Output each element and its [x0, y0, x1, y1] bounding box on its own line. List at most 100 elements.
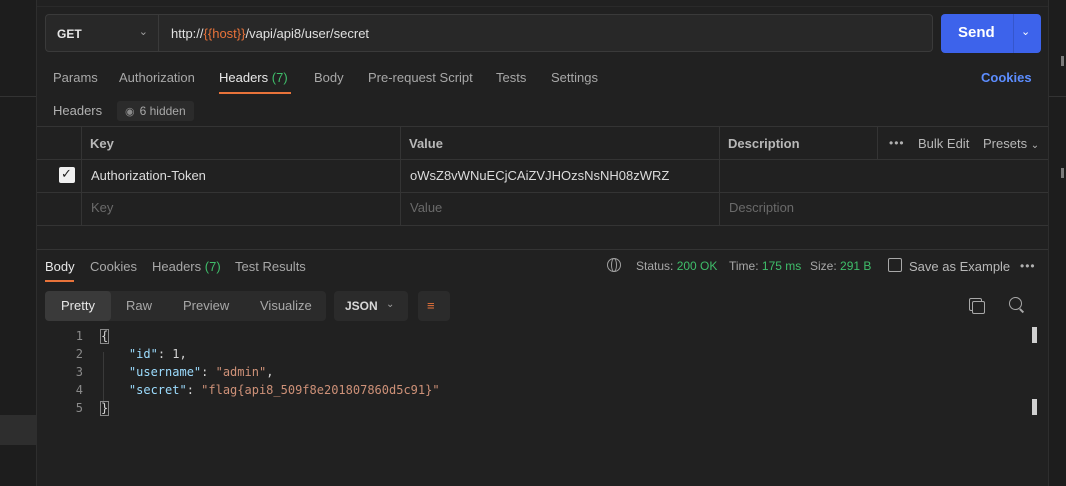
right-bar-divider: [1049, 96, 1066, 97]
right-context-bar: [1048, 0, 1066, 486]
column-header-value: Value: [409, 136, 443, 151]
column-divider: [877, 126, 878, 159]
response-time[interactable]: Time: 175 ms: [729, 259, 801, 273]
top-divider: [37, 6, 1048, 7]
column-divider: [81, 126, 82, 225]
view-mode-raw[interactable]: Raw: [126, 291, 152, 321]
eye-icon: ◉: [125, 106, 135, 118]
scrollbar-mark[interactable]: [1032, 399, 1037, 415]
tab-authorization[interactable]: Authorization: [119, 70, 195, 85]
bulk-edit-button[interactable]: Bulk Edit: [918, 136, 969, 151]
hidden-count: 6 hidden: [139, 104, 186, 118]
header-enabled-checkbox[interactable]: ✓: [59, 166, 75, 183]
copy-icon[interactable]: [969, 298, 985, 314]
view-mode-preview[interactable]: Preview: [183, 291, 229, 321]
response-divider: [37, 249, 1048, 250]
wrap-lines-button[interactable]: ≡: [418, 291, 450, 321]
column-header-key: Key: [90, 136, 114, 151]
tab-settings[interactable]: Settings: [551, 70, 598, 85]
sidebar-divider: [0, 96, 36, 97]
line-number: 4: [75, 383, 83, 397]
response-tab-headers[interactable]: Headers (7): [152, 259, 221, 274]
column-divider: [719, 126, 720, 225]
new-description-input[interactable]: Description: [729, 200, 794, 215]
sidebar-panel: [0, 0, 37, 486]
view-mode-switch: Pretty Raw Preview Visualize: [45, 291, 326, 321]
url-input[interactable]: http://{{host}}/vapi/api8/user/secret: [159, 14, 933, 52]
url-variable: {{host}}: [203, 26, 246, 41]
headers-section-label: Headers: [53, 103, 103, 118]
request-editor: GET ⌄ http://{{host}}/vapi/api8/user/sec…: [37, 0, 1048, 486]
globe-icon[interactable]: [607, 258, 621, 272]
status-label: Status:: [636, 259, 674, 273]
size-label: Size:: [810, 259, 837, 273]
send-button[interactable]: Send ⌄: [941, 14, 1041, 53]
presets-dropdown[interactable]: Presets ⌄: [983, 136, 1039, 151]
more-options-icon[interactable]: •••: [889, 136, 905, 150]
json-key: "id": [128, 347, 158, 361]
response-tab-headers-label: Headers: [152, 259, 202, 274]
view-mode-visualize[interactable]: Visualize: [260, 291, 312, 321]
search-icon[interactable]: [1009, 297, 1022, 310]
method-label: GET: [57, 27, 82, 41]
method-select[interactable]: GET ⌄: [45, 14, 159, 52]
language-label: JSON: [345, 299, 378, 313]
language-select[interactable]: JSON ⌄: [334, 291, 408, 321]
chevron-down-icon[interactable]: ⌄: [1021, 25, 1030, 38]
hidden-headers-toggle[interactable]: ◉ 6 hidden: [117, 101, 194, 121]
scrollbar-mark[interactable]: [1032, 327, 1037, 343]
header-key-cell[interactable]: Authorization-Token: [91, 168, 206, 183]
code-line: {: [100, 329, 110, 344]
time-value: 175 ms: [761, 259, 802, 273]
code-line: "id": 1,: [128, 347, 187, 361]
save-as-example-button[interactable]: Save as Example: [909, 259, 1010, 274]
save-icon[interactable]: [888, 258, 902, 272]
code-line: }: [100, 401, 110, 416]
json-value: "admin": [215, 365, 267, 379]
column-header-description: Description: [728, 136, 800, 151]
check-icon: ✓: [61, 166, 72, 181]
active-response-tab-indicator: [45, 280, 74, 282]
active-tab-indicator: [219, 92, 291, 94]
header-value-cell[interactable]: oWsZ8vWNuECjCAiZVJHOzsNsNH08zWRZ: [410, 168, 669, 183]
response-body-editor[interactable]: 1 2 3 4 5 { "id": 1, "username": "admin"…: [37, 325, 1037, 435]
tab-tests[interactable]: Tests: [496, 70, 526, 85]
more-options-icon[interactable]: •••: [1020, 259, 1036, 273]
line-number: 3: [75, 365, 83, 379]
response-size[interactable]: Size: 291 B: [810, 259, 871, 273]
response-tab-cookies[interactable]: Cookies: [90, 259, 137, 274]
column-divider: [400, 126, 401, 225]
new-value-input[interactable]: Value: [410, 200, 442, 215]
json-value: "flag{api8_509f8e201807860d5c91}": [201, 383, 440, 397]
send-label: Send: [958, 24, 995, 41]
sidebar-selected-item[interactable]: [0, 415, 36, 445]
response-status[interactable]: Status: 200 OK: [636, 259, 717, 273]
table-row-divider: [37, 159, 1048, 160]
right-bar-mark: [1061, 168, 1064, 178]
json-key: "secret": [128, 383, 187, 397]
line-number: 2: [75, 347, 83, 361]
response-tab-test-results[interactable]: Test Results: [235, 259, 306, 274]
tab-body[interactable]: Body: [314, 70, 344, 85]
table-row-divider: [37, 192, 1048, 193]
tab-headers-label: Headers: [219, 70, 269, 85]
tab-headers[interactable]: Headers (7): [219, 70, 288, 85]
view-mode-pretty[interactable]: Pretty: [45, 291, 111, 321]
line-number: 1: [75, 329, 83, 343]
response-tab-body[interactable]: Body: [45, 259, 75, 274]
presets-label: Presets: [983, 136, 1028, 151]
url-text: http://{{host}}/vapi/api8/user/secret: [171, 26, 369, 41]
chevron-down-icon: ⌄: [1030, 140, 1040, 151]
cookies-link[interactable]: Cookies: [981, 70, 1032, 85]
send-divider: [1013, 14, 1014, 53]
code-line: "secret": "flag{api8_509f8e201807860d5c9…: [128, 383, 440, 397]
bracket-match: {: [100, 329, 110, 344]
response-tab-headers-count: (7): [204, 259, 221, 274]
tab-pre-request-script[interactable]: Pre-request Script: [368, 70, 473, 85]
bracket-match: }: [100, 401, 110, 416]
chevron-down-icon: ⌄: [386, 299, 395, 310]
right-bar-mark: [1061, 56, 1064, 66]
new-key-input[interactable]: Key: [91, 200, 113, 215]
tab-params[interactable]: Params: [53, 70, 98, 85]
chevron-down-icon: ⌄: [138, 26, 148, 38]
